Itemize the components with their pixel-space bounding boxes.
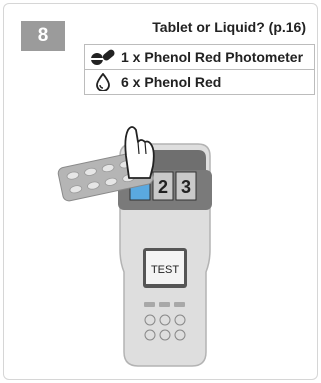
cell-label-2: 2	[158, 177, 168, 197]
hand-icon	[124, 126, 155, 179]
display-test-text: TEST	[151, 264, 179, 276]
cell-label-3: 3	[181, 177, 191, 197]
photometer-illustration: 2 3 TEST	[57, 126, 212, 367]
